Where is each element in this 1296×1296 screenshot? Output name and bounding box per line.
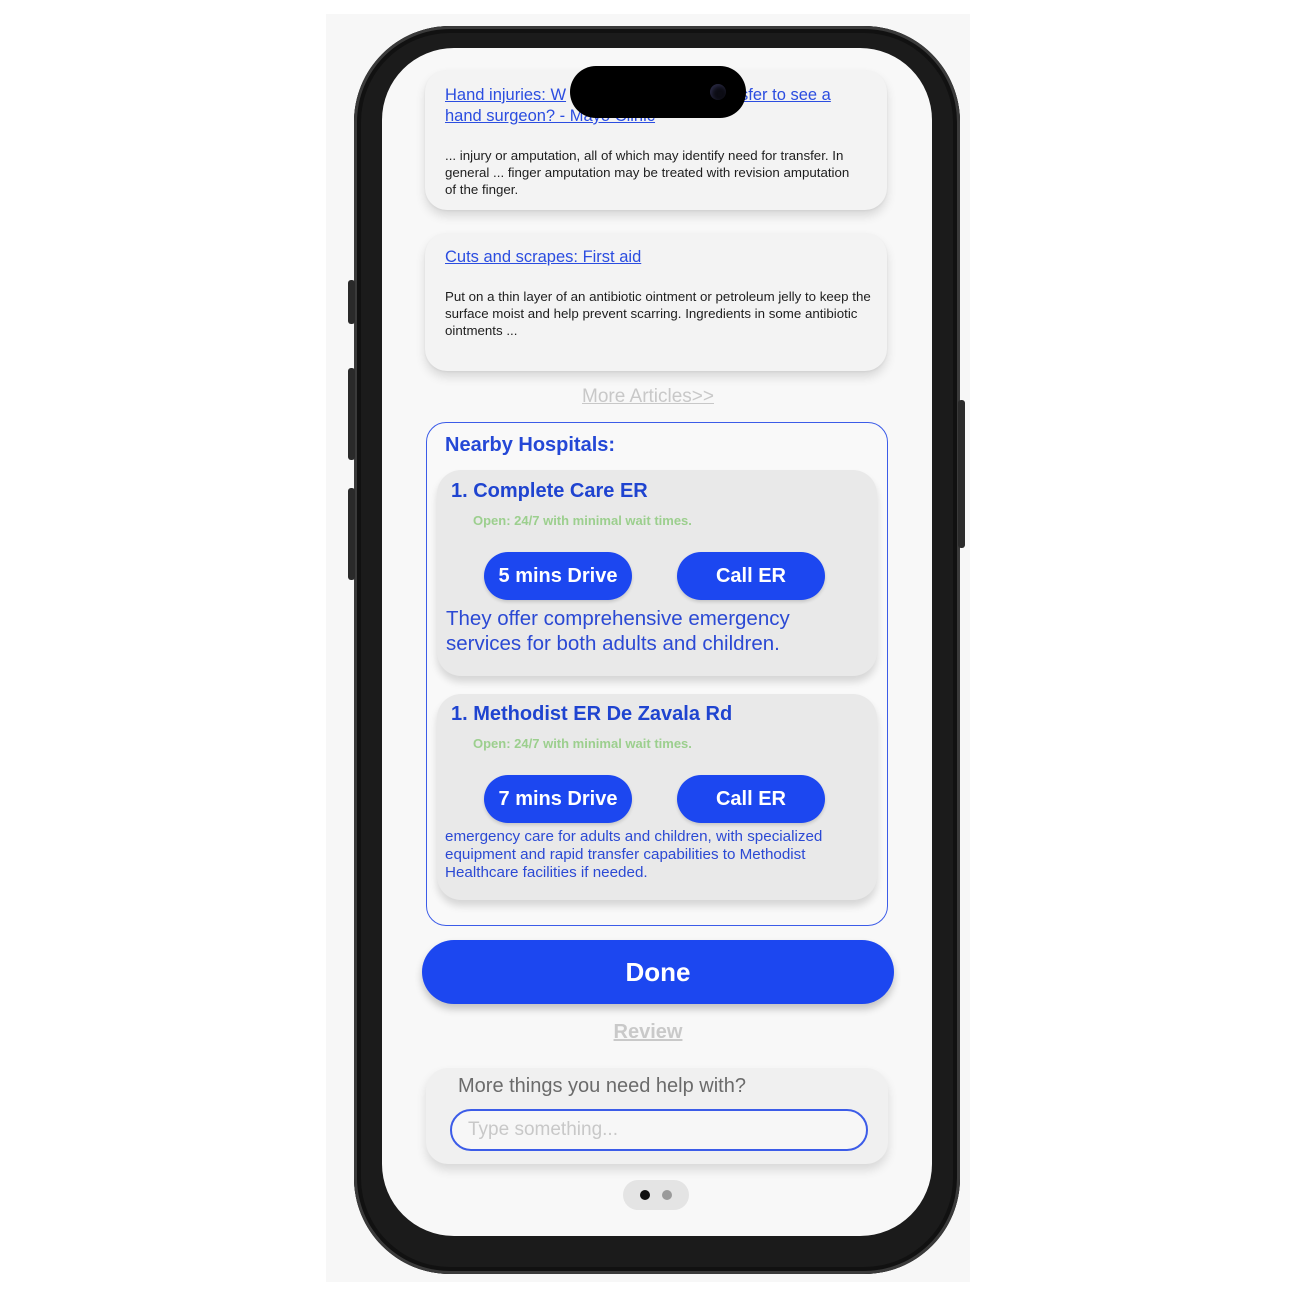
article-snippet: ... injury or amputation, all of which m… xyxy=(445,148,850,197)
call-er-button[interactable]: Call ER xyxy=(677,552,825,600)
camera-icon xyxy=(710,84,726,100)
hospital-hours: Open: 24/7 with minimal wait times. xyxy=(473,736,692,751)
volume-down-button xyxy=(348,488,355,580)
action-button xyxy=(348,280,355,324)
more-articles-link[interactable]: More Articles>> xyxy=(0,386,1296,408)
call-er-button[interactable]: Call ER xyxy=(677,775,825,823)
drive-time-button[interactable]: 5 mins Drive xyxy=(484,552,632,600)
help-input[interactable] xyxy=(450,1109,868,1151)
review-link[interactable]: Review xyxy=(0,1021,1296,1044)
hospital-description: emergency care for adults and children, … xyxy=(445,828,823,881)
page-indicator[interactable] xyxy=(623,1180,689,1210)
hospital-name: 1. Methodist ER De Zavala Rd xyxy=(451,703,733,725)
hospital-description: They offer comprehensive emergency servi… xyxy=(446,607,790,655)
article-title-line1-right: sfer to see a xyxy=(740,86,831,104)
volume-up-button xyxy=(348,368,355,460)
help-prompt-label: More things you need help with? xyxy=(458,1075,746,1097)
article-title-link[interactable]: Cuts and scrapes: First aid xyxy=(445,247,641,268)
hospital-name: 1. Complete Care ER xyxy=(451,480,648,502)
power-button xyxy=(958,400,965,548)
drive-time-button[interactable]: 7 mins Drive xyxy=(484,775,632,823)
hospital-hours: Open: 24/7 with minimal wait times. xyxy=(473,513,692,528)
article-title-line1-left: Hand injuries: W xyxy=(445,86,567,104)
page-dot[interactable] xyxy=(662,1190,672,1200)
article-snippet: Put on a thin layer of an antibiotic oin… xyxy=(445,289,871,338)
page-dot-active[interactable] xyxy=(640,1190,650,1200)
done-button[interactable]: Done xyxy=(422,940,894,1004)
nearby-hospitals-title: Nearby Hospitals: xyxy=(445,434,616,456)
